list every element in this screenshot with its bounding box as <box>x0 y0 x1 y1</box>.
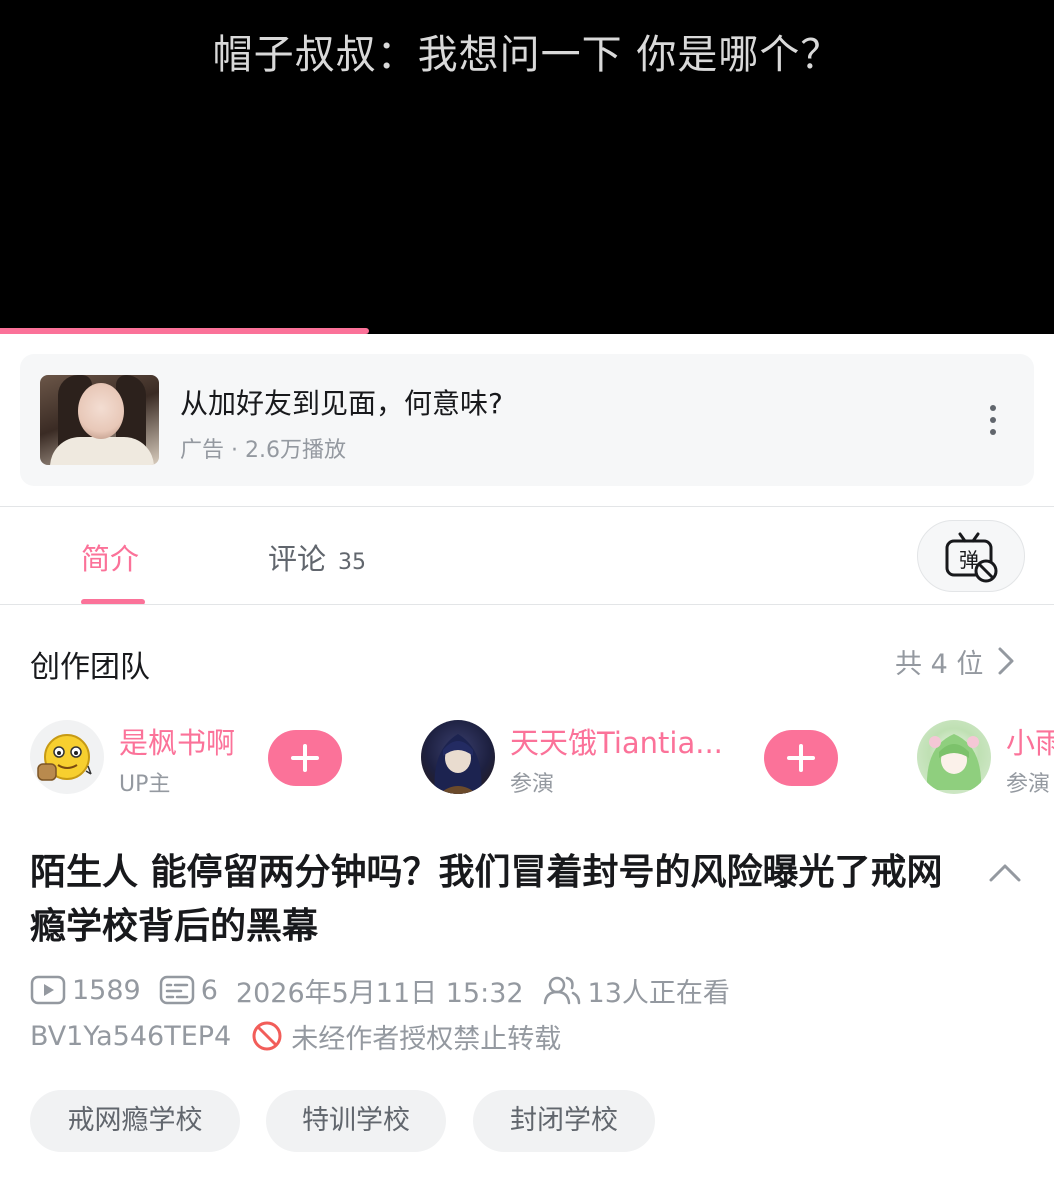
danmaku-count: 6 <box>159 974 218 1006</box>
team-member[interactable]: 小雨 参演 <box>917 718 1054 798</box>
tag[interactable]: 封闭学校 <box>473 1090 655 1152</box>
play-count-icon <box>30 975 66 1005</box>
no-repost-icon <box>252 1021 282 1051</box>
ad-title: 从加好友到见面，何意味? <box>180 387 503 420</box>
avatar[interactable] <box>30 720 104 794</box>
bvid: BV1Ya546TEP4 <box>30 1020 232 1052</box>
follow-button[interactable] <box>764 730 838 786</box>
progress-bar[interactable] <box>0 328 1054 334</box>
video-stats: 1589 6 2026年5月11日 15:32 13人正在看 <box>30 970 748 1010</box>
watching-count: 13人正在看 <box>542 971 730 1010</box>
video-id-row: BV1Ya546TEP4 未经作者授权禁止转载 <box>30 1016 561 1056</box>
team-title: 创作团队 <box>30 650 150 685</box>
tag[interactable]: 特训学校 <box>266 1090 446 1152</box>
play-count: 1589 <box>30 974 141 1006</box>
more-vertical-icon[interactable] <box>980 402 1006 438</box>
danmaku-off-icon: 弹 <box>945 532 998 583</box>
ad-meta: 广告 · 2.6万播放 <box>180 438 346 463</box>
team-member[interactable]: 是枫书啊 UP主 <box>30 718 350 798</box>
member-name[interactable]: 天天饿Tiantia... <box>510 720 723 762</box>
team-member[interactable]: 天天饿Tiantia... 参演 <box>421 718 841 798</box>
danmaku-toggle-button[interactable]: 弹 <box>917 520 1025 592</box>
ad-card[interactable]: 从加好友到见面，何意味? 广告 · 2.6万播放 <box>20 354 1034 486</box>
team-count[interactable]: 共 4 位 <box>895 642 983 681</box>
comment-count: 35 <box>338 550 367 575</box>
follow-button[interactable] <box>268 730 342 786</box>
video-title: 陌生人 能停留两分钟吗？我们冒着封号的风险曝光了戒网瘾学校背后的黑幕 <box>30 852 943 947</box>
avatar[interactable] <box>421 720 495 794</box>
ad-thumbnail <box>40 375 159 465</box>
divider <box>0 506 1054 507</box>
avatar[interactable] <box>917 720 991 794</box>
tab-comments-label: 评论 <box>268 542 327 576</box>
divider <box>0 604 1054 605</box>
publish-date: 2026年5月11日 15:32 <box>235 977 524 1009</box>
tab-intro[interactable]: 简介 <box>81 536 139 578</box>
video-subtitle: 帽子叔叔：我想问一下 你是哪个？ <box>212 32 842 78</box>
tab-comments[interactable]: 评论 35 <box>268 536 366 578</box>
tag[interactable]: 戒网瘾学校 <box>30 1090 240 1152</box>
viewers-icon <box>543 976 580 1005</box>
member-role: 参演 <box>510 772 555 797</box>
member-role: 参演 <box>1006 772 1051 797</box>
chevron-up-icon[interactable] <box>988 860 1022 884</box>
video-player[interactable]: 帽子叔叔：我想问一下 你是哪个？ <box>0 0 1054 334</box>
chevron-right-icon[interactable] <box>996 646 1016 676</box>
copyright-notice: 未经作者授权禁止转载 <box>291 1023 562 1055</box>
member-name[interactable]: 是枫书啊 <box>119 720 235 762</box>
member-role: UP主 <box>119 772 171 797</box>
danmaku-count-icon <box>159 975 194 1005</box>
progress-bar-fill <box>0 328 369 334</box>
member-name[interactable]: 小雨 <box>1006 720 1054 762</box>
emoji-avatar-icon <box>37 734 92 781</box>
